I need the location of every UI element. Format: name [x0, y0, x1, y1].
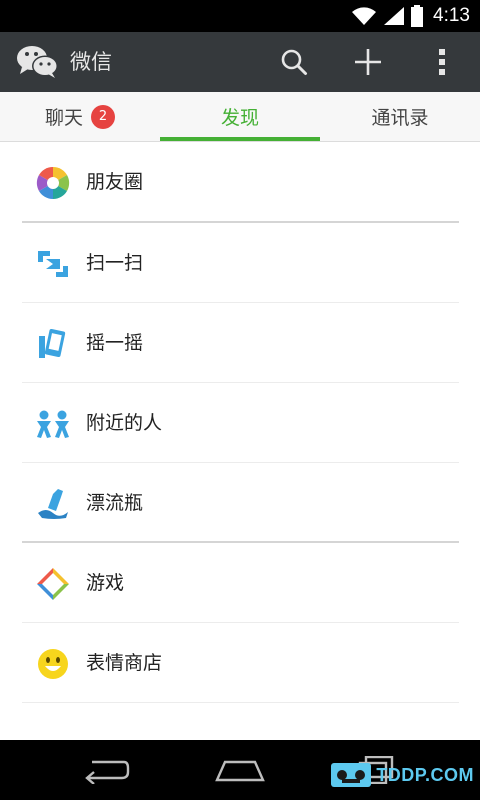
unread-badge: 2	[91, 104, 115, 129]
system-nav-bar: TDDP.COM	[0, 740, 480, 800]
tab-contacts-label: 通讯录	[371, 107, 429, 129]
tab-contacts[interactable]: 通讯录	[320, 92, 480, 141]
watermark-text: TDDP.COM	[376, 764, 474, 785]
list-item-label: 漂流瓶	[86, 492, 144, 514]
active-tab-indicator	[160, 137, 320, 141]
app-title: 微信	[70, 50, 112, 74]
list-item-label: 游戏	[86, 572, 125, 594]
moments-icon	[36, 166, 70, 200]
scan-icon	[38, 251, 68, 277]
wifi-icon	[352, 7, 377, 25]
games-icon	[37, 568, 69, 600]
people-nearby-icon	[37, 410, 69, 438]
search-button[interactable]	[266, 32, 322, 92]
list-item-drift-bottle[interactable]: 漂流瓶	[0, 463, 480, 543]
list-item-label: 表情商店	[86, 652, 163, 674]
list-item-people-nearby[interactable]: 附近的人	[0, 383, 480, 463]
home-icon	[215, 760, 265, 782]
status-bar-right: 4:13	[351, 0, 470, 32]
status-time: 4:13	[433, 5, 470, 26]
search-icon	[281, 49, 307, 75]
battery-icon	[411, 5, 424, 27]
list-item-scan[interactable]: 扫一扫	[0, 223, 480, 303]
shake-icon	[39, 328, 66, 358]
back-icon	[85, 760, 130, 784]
signal-icon	[384, 7, 405, 25]
wechat-logo-icon	[17, 46, 58, 78]
tab-chats[interactable]: 聊天 2	[0, 92, 160, 141]
back-button[interactable]	[66, 748, 146, 792]
item-divider	[22, 702, 459, 703]
more-options-button[interactable]	[414, 32, 470, 92]
tab-bar: 聊天 2 发现 通讯录	[0, 92, 480, 142]
tab-discover[interactable]: 发现	[160, 92, 320, 141]
add-icon	[355, 49, 381, 75]
more-vertical-icon	[439, 49, 445, 75]
drift-bottle-icon	[38, 489, 68, 519]
list-item-sticker-store[interactable]: 表情商店	[0, 623, 480, 703]
home-button[interactable]	[200, 748, 280, 792]
app-bar: 微信	[0, 32, 480, 92]
list-item-moments[interactable]: 朋友圈	[0, 142, 480, 222]
watermark-logo-icon	[331, 763, 372, 787]
list-item-label: 摇一摇	[86, 332, 144, 354]
list-item-label: 扫一扫	[86, 252, 144, 274]
status-bar: 4:13	[0, 0, 480, 32]
add-button[interactable]	[340, 32, 396, 92]
list-item-games[interactable]: 游戏	[0, 543, 480, 623]
sticker-store-icon	[38, 649, 68, 679]
list-item-label: 朋友圈	[86, 171, 144, 193]
list-item-shake[interactable]: 摇一摇	[0, 303, 480, 383]
list-item-label: 附近的人	[86, 412, 163, 434]
tab-chats-label: 聊天	[44, 107, 83, 129]
watermark: TDDP.COM	[330, 762, 474, 788]
tab-discover-label: 发现	[220, 107, 259, 129]
